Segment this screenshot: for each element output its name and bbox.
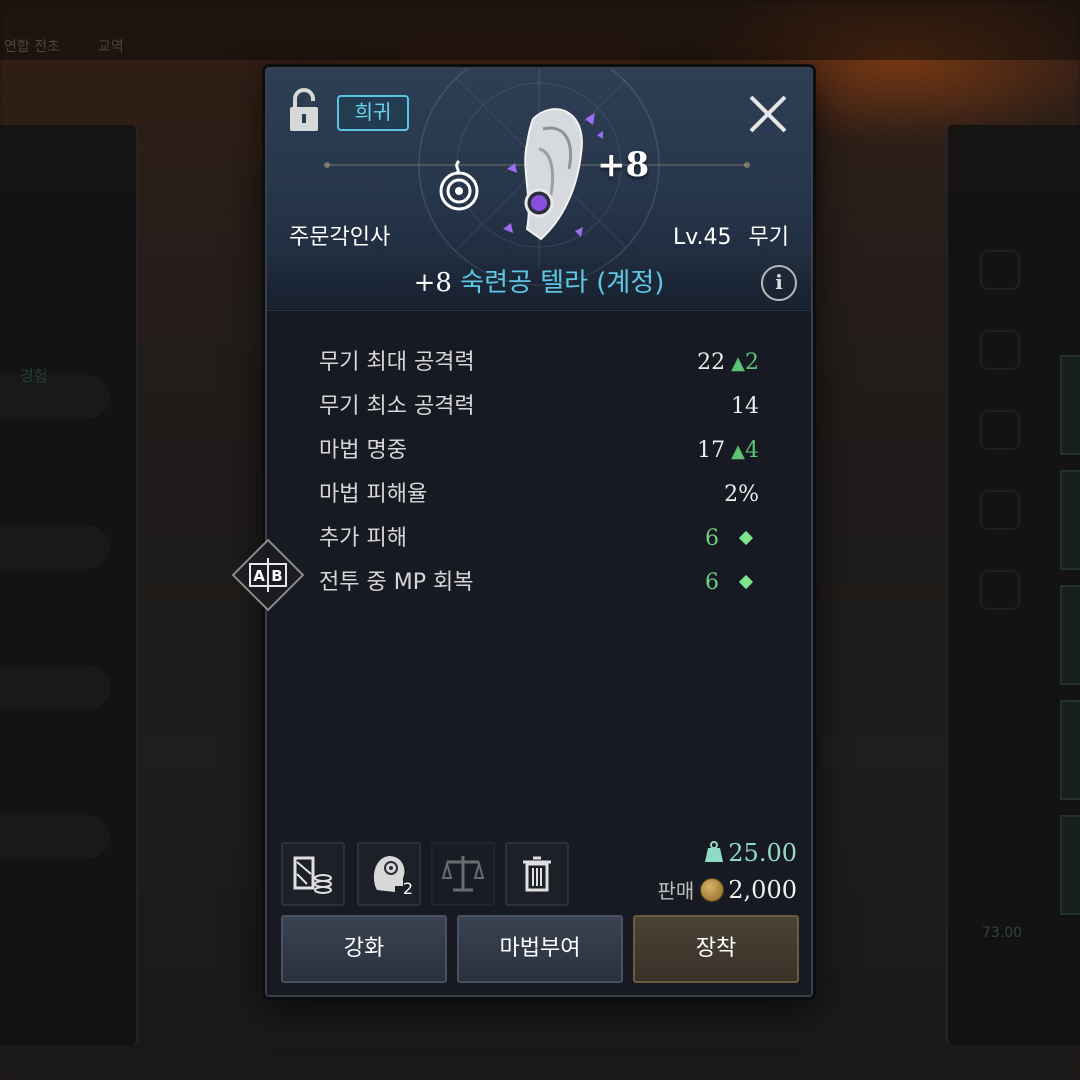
bonus-gem-icon <box>738 574 754 590</box>
stat-value: 2% <box>724 482 759 507</box>
sell-price: 판매 2,000 <box>657 875 797 904</box>
svg-text:A: A <box>253 567 265 585</box>
item-level: Lv.45 <box>672 225 732 250</box>
stat-row-bonus: 추가 피해 6 <box>319 517 759 561</box>
stat-label: 전투 중 MP 회복 <box>319 570 474 595</box>
enhance-button[interactable]: 강화 <box>281 915 447 983</box>
ab-compare-icon: A B <box>231 538 305 612</box>
svg-text:B: B <box>271 567 282 585</box>
dismantle-icon <box>293 856 332 894</box>
enchant-button[interactable]: 마법부여 <box>457 915 623 983</box>
item-stats: 무기 최대 공격력 22 ▲2 무기 최소 공격력 14 마법 명중 17 ▲4 마… <box>319 341 759 605</box>
stat-value: 6 <box>705 526 719 551</box>
mastery-button[interactable]: 2 <box>357 842 421 906</box>
stat-row: 무기 최대 공격력 22 ▲2 <box>319 341 759 385</box>
weight-icon <box>705 841 724 862</box>
scale-icon <box>441 856 485 892</box>
stat-value: 6 <box>705 570 719 595</box>
stat-label: 추가 피해 <box>319 526 407 551</box>
sell-label: 판매 <box>657 879 695 903</box>
item-name-bar: +8 숙련공 텔라 (계정) <box>267 255 811 311</box>
stat-label: 무기 최소 공격력 <box>319 394 475 419</box>
item-name: 숙련공 텔라 (계정) <box>460 268 665 298</box>
item-weight: 25.00 <box>704 839 797 867</box>
class-spiral-icon <box>435 157 483 211</box>
enhance-level: +8 <box>597 145 650 185</box>
rarity-badge: 희귀 <box>337 95 409 131</box>
stat-delta: 2 <box>745 350 759 375</box>
stat-label: 무기 최대 공격력 <box>319 350 475 375</box>
stat-value: 14 <box>731 394 759 419</box>
stat-row: 마법 명중 17 ▲4 <box>319 429 759 473</box>
stat-row: 마법 피해율 2% <box>319 473 759 517</box>
delete-button[interactable] <box>505 842 569 906</box>
close-button[interactable] <box>745 91 791 137</box>
stat-value: 17 ▲4 <box>697 438 759 463</box>
stat-row: 무기 최소 공격력 14 <box>319 385 759 429</box>
weight-value: 25.00 <box>728 839 797 867</box>
class-name: 주문각인사 <box>289 225 391 250</box>
sell-price-value: 2,000 <box>728 876 797 904</box>
item-detail-dialog: 희귀 +8 주문각인사 Lv.45 무기 +8 숙련공 텔라 (계정) i 무기… <box>265 67 813 997</box>
stat-row-bonus: 전투 중 MP 회복 6 <box>319 561 759 605</box>
info-button[interactable]: i <box>761 265 797 301</box>
trash-icon <box>523 856 551 892</box>
bonus-gem-icon <box>738 530 754 546</box>
stat-delta: 4 <box>745 438 759 463</box>
equip-button[interactable]: 장착 <box>633 915 799 983</box>
item-type: 무기 <box>748 225 789 250</box>
stat-label: 마법 명중 <box>319 438 407 463</box>
compare-scale-button[interactable] <box>431 842 495 906</box>
mastery-count: 2 <box>402 879 413 898</box>
item-name-enhance: +8 <box>413 268 452 298</box>
unlock-icon[interactable] <box>287 87 321 133</box>
compare-ab-toggle[interactable]: A B <box>231 538 305 612</box>
level-and-type: Lv.45 무기 <box>673 219 789 251</box>
close-icon <box>749 95 787 133</box>
gold-coin-icon <box>700 878 725 902</box>
stat-value: 22 ▲2 <box>697 350 759 375</box>
dismantle-button[interactable] <box>281 842 345 906</box>
stat-label: 마법 피해율 <box>319 482 428 507</box>
